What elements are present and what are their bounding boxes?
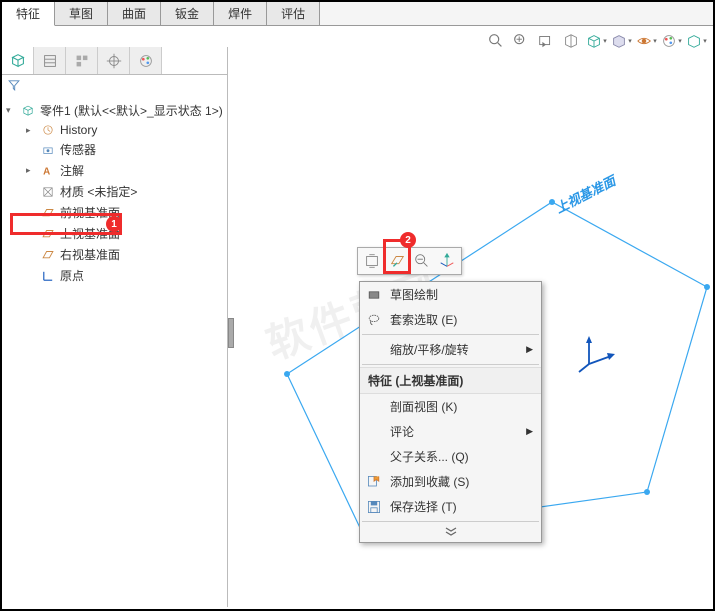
lasso-icon (366, 312, 382, 328)
heads-up-view-toolbar: ▾ ▾ ▾ ▾ ▾ (485, 30, 707, 52)
tree-sensor[interactable]: 传感器 (26, 139, 223, 160)
context-menu: 草图绘制 套索选取 (E) 缩放/平移/旋转 ▶ 特征 (上视基准面) 剖面视图… (359, 281, 542, 543)
menu-sketch-draw[interactable]: 草图绘制 (360, 282, 541, 307)
sketch-rect-icon (366, 287, 382, 303)
tab-evaluate[interactable]: 评估 (267, 2, 320, 25)
menu-parent-child[interactable]: 父子关系... (Q) (360, 444, 541, 469)
previous-view-icon[interactable] (535, 30, 557, 52)
menu-label: 父子关系... (Q) (390, 448, 469, 465)
display-style-icon[interactable]: ▾ (610, 30, 632, 52)
panel-splitter[interactable] (228, 318, 234, 348)
plane-icon (40, 248, 56, 262)
tree-right-plane[interactable]: 右视基准面 (26, 244, 223, 265)
menu-section-header: 特征 (上视基准面) (360, 367, 541, 394)
tree-history[interactable]: ▸ History (26, 121, 223, 139)
display-manager-tab[interactable] (130, 47, 162, 74)
menu-label: 添加到收藏 (S) (390, 473, 469, 490)
menu-zoom-pan-rotate[interactable]: 缩放/平移/旋转 ▶ (360, 337, 541, 362)
menu-label: 保存选择 (T) (390, 498, 457, 515)
filter-row (2, 75, 227, 98)
expand-icon[interactable]: ▸ (26, 165, 36, 176)
tree-label: 材质 <未指定> (60, 183, 137, 200)
menu-label: 套索选取 (E) (390, 311, 457, 328)
tree-material[interactable]: 材质 <未指定> (26, 181, 223, 202)
material-icon (40, 185, 56, 199)
edit-appearance-icon[interactable]: ▾ (660, 30, 682, 52)
history-icon (40, 123, 56, 137)
annotation-badge-1: 1 (106, 216, 122, 232)
menu-section-view[interactable]: 剖面视图 (K) (360, 394, 541, 419)
filter-icon[interactable] (7, 78, 21, 92)
zoom-area-icon[interactable] (510, 30, 532, 52)
feature-manager-tab[interactable] (2, 47, 34, 74)
ctx-normal-to-icon[interactable] (410, 250, 434, 272)
apply-scene-icon[interactable]: ▾ (685, 30, 707, 52)
tab-surface[interactable]: 曲面 (108, 2, 161, 25)
feature-manager-panel: ▾ 零件1 (默认<<默认>_显示状态 1>) ▸ History 传感器 ▸ … (2, 47, 228, 607)
ctx-3d-sketch-icon[interactable] (435, 250, 459, 272)
tree-label: 右视基准面 (60, 246, 120, 263)
menu-separator (362, 521, 539, 522)
tab-sketch[interactable]: 草图 (55, 2, 108, 25)
menu-label: 草图绘制 (390, 286, 438, 303)
svg-text:A: A (43, 166, 50, 177)
sensor-icon (40, 143, 56, 157)
tab-feature[interactable]: 特征 (2, 2, 55, 26)
menu-lasso-select[interactable]: 套索选取 (E) (360, 307, 541, 332)
expand-icon[interactable]: ▸ (26, 125, 36, 136)
submenu-arrow-icon: ▶ (526, 426, 533, 437)
tab-sheetmetal[interactable]: 钣金 (161, 2, 214, 25)
tab-weldment[interactable]: 焊件 (214, 2, 267, 25)
origin-icon (40, 269, 56, 283)
annotation-icon: A (40, 164, 56, 178)
plane-3d-label: 上视基准面 (552, 171, 619, 217)
favorite-icon (366, 474, 382, 490)
submenu-arrow-icon: ▶ (526, 344, 533, 355)
tree-origin[interactable]: 原点 (26, 265, 223, 286)
menu-save-selection[interactable]: 保存选择 (T) (360, 494, 541, 519)
menu-label: 评论 (390, 423, 414, 440)
tree-label: 注解 (60, 162, 84, 179)
menu-separator (362, 334, 539, 335)
menu-label: 剖面视图 (K) (390, 398, 457, 415)
hide-show-icon[interactable]: ▾ (635, 30, 657, 52)
save-icon (366, 499, 382, 515)
tree-label: 零件1 (默认<<默认>_显示状态 1>) (40, 102, 223, 119)
menu-label: 缩放/平移/旋转 (390, 341, 469, 358)
zoom-fit-icon[interactable] (485, 30, 507, 52)
tree-label: 原点 (60, 267, 84, 284)
configuration-manager-tab[interactable] (66, 47, 98, 74)
view-triad[interactable] (577, 334, 617, 374)
annotation-badge-2: 2 (400, 232, 416, 248)
tree-annotations[interactable]: ▸ A 注解 (26, 160, 223, 181)
menu-comment[interactable]: 评论 ▶ (360, 419, 541, 444)
chevron-down-icon (445, 527, 457, 537)
menu-add-favorite[interactable]: 添加到收藏 (S) (360, 469, 541, 494)
tree-label: History (60, 123, 97, 137)
command-manager-tabs: 特征 草图 曲面 钣金 焊件 评估 (2, 2, 713, 26)
feature-tree: ▾ 零件1 (默认<<默认>_显示状态 1>) ▸ History 传感器 ▸ … (2, 98, 227, 288)
menu-expand-chevron[interactable] (360, 524, 541, 542)
part-icon (20, 104, 36, 118)
view-orientation-icon[interactable]: ▾ (585, 30, 607, 52)
ctx-autosize-icon[interactable] (360, 250, 384, 272)
menu-separator (362, 364, 539, 365)
expand-icon[interactable]: ▾ (6, 105, 16, 116)
section-view-icon[interactable] (560, 30, 582, 52)
tree-label: 传感器 (60, 141, 96, 158)
manager-tabs (2, 47, 227, 75)
tree-root-part[interactable]: ▾ 零件1 (默认<<默认>_显示状态 1>) (6, 100, 223, 121)
property-manager-tab[interactable] (34, 47, 66, 74)
dimxpert-manager-tab[interactable] (98, 47, 130, 74)
